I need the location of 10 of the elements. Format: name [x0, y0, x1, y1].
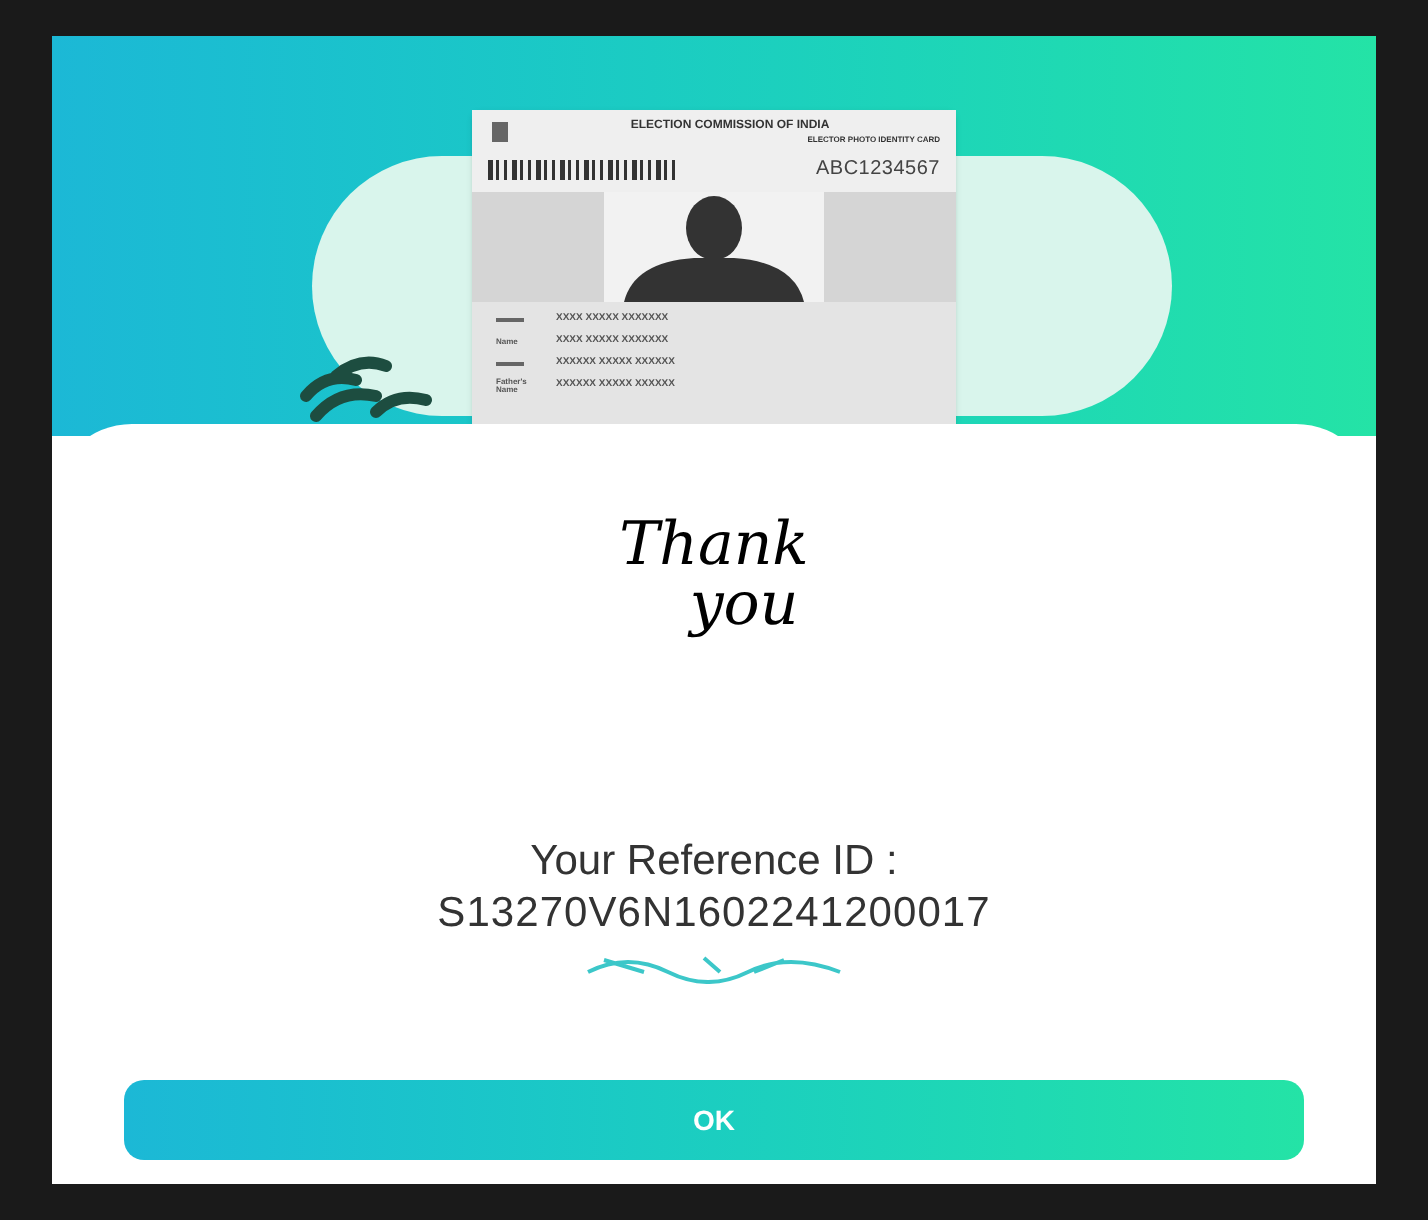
wave-divider-icon: [584, 952, 844, 984]
reference-label: Your Reference ID :: [530, 836, 898, 888]
label-line: [496, 361, 524, 365]
thank-you-text: you: [689, 576, 799, 636]
barcode-icon: [488, 159, 678, 179]
reference-id: S13270V6N1602241200017: [437, 888, 991, 940]
label-line: [496, 317, 524, 321]
card-number: ABC1234567: [816, 156, 940, 184]
ok-button[interactable]: OK: [124, 1080, 1304, 1160]
thank-you-text: Thank: [619, 516, 809, 576]
